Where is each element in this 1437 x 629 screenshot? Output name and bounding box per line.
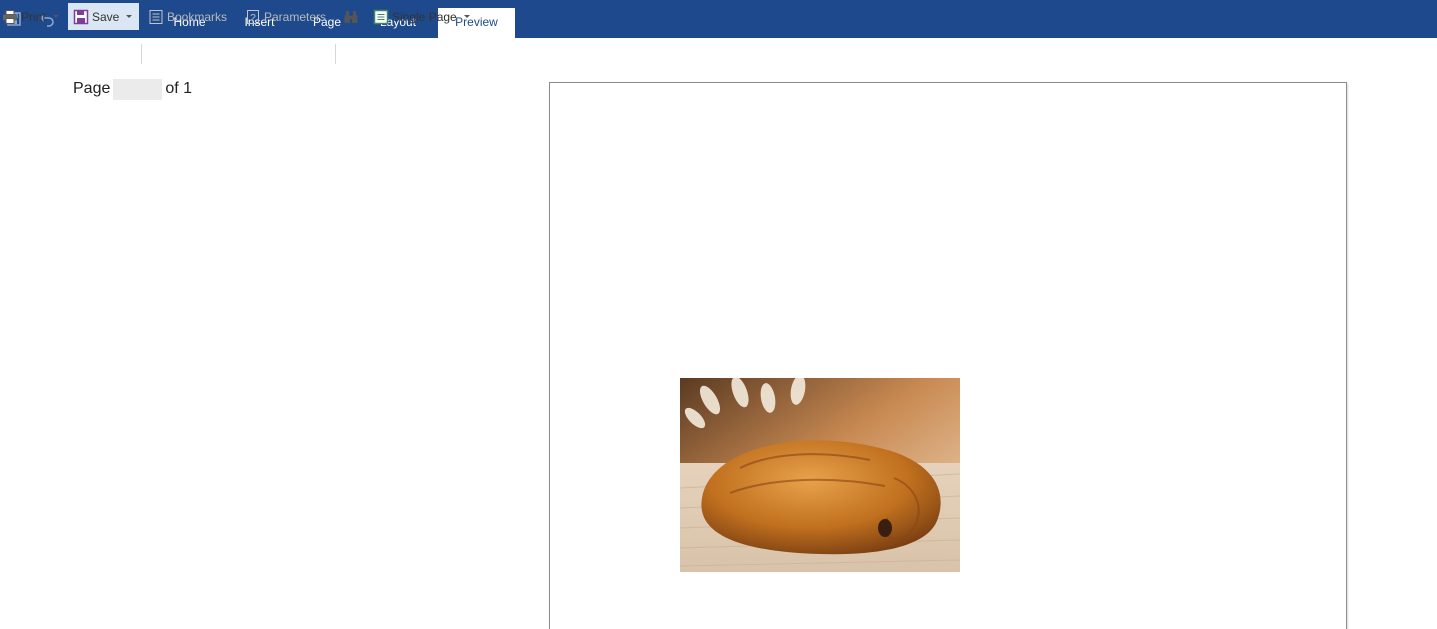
pain-au-chocolat-photo [680, 378, 960, 572]
page-navigator: Page of 1 [73, 78, 192, 100]
floppy-disk-icon [73, 9, 89, 25]
view-mode-dropdown[interactable]: Single Page [373, 3, 475, 30]
page-number-input[interactable] [113, 78, 163, 100]
print-label: Print [21, 9, 46, 24]
page-count-label: of 1 [165, 80, 193, 97]
print-button[interactable]: Print [2, 3, 64, 30]
chevron-down-icon [52, 15, 59, 18]
svg-text:?: ? [250, 13, 256, 24]
toolbar-divider [335, 44, 336, 64]
page-prefix-label: Page [73, 80, 111, 97]
printer-icon [2, 9, 18, 25]
parameters-button[interactable]: ? Parameters [245, 3, 330, 30]
binoculars-icon [343, 9, 359, 25]
find-button[interactable] [343, 3, 361, 30]
chevron-down-icon [126, 15, 133, 18]
view-mode-label: Single Page [392, 9, 457, 24]
save-label: Save [92, 9, 120, 24]
preview-toolbar [0, 38, 1437, 70]
bookmarks-button[interactable]: Bookmarks [148, 3, 232, 30]
bookmarks-icon [148, 9, 164, 25]
parameters-icon: ? [245, 9, 261, 25]
toolbar-divider [141, 44, 142, 64]
document-page [549, 82, 1347, 629]
save-button[interactable]: Save [68, 3, 139, 30]
single-page-icon [373, 9, 389, 25]
bookmarks-label: Bookmarks [167, 9, 228, 24]
chevron-down-icon [463, 15, 470, 18]
parameters-label: Parameters [264, 9, 327, 24]
